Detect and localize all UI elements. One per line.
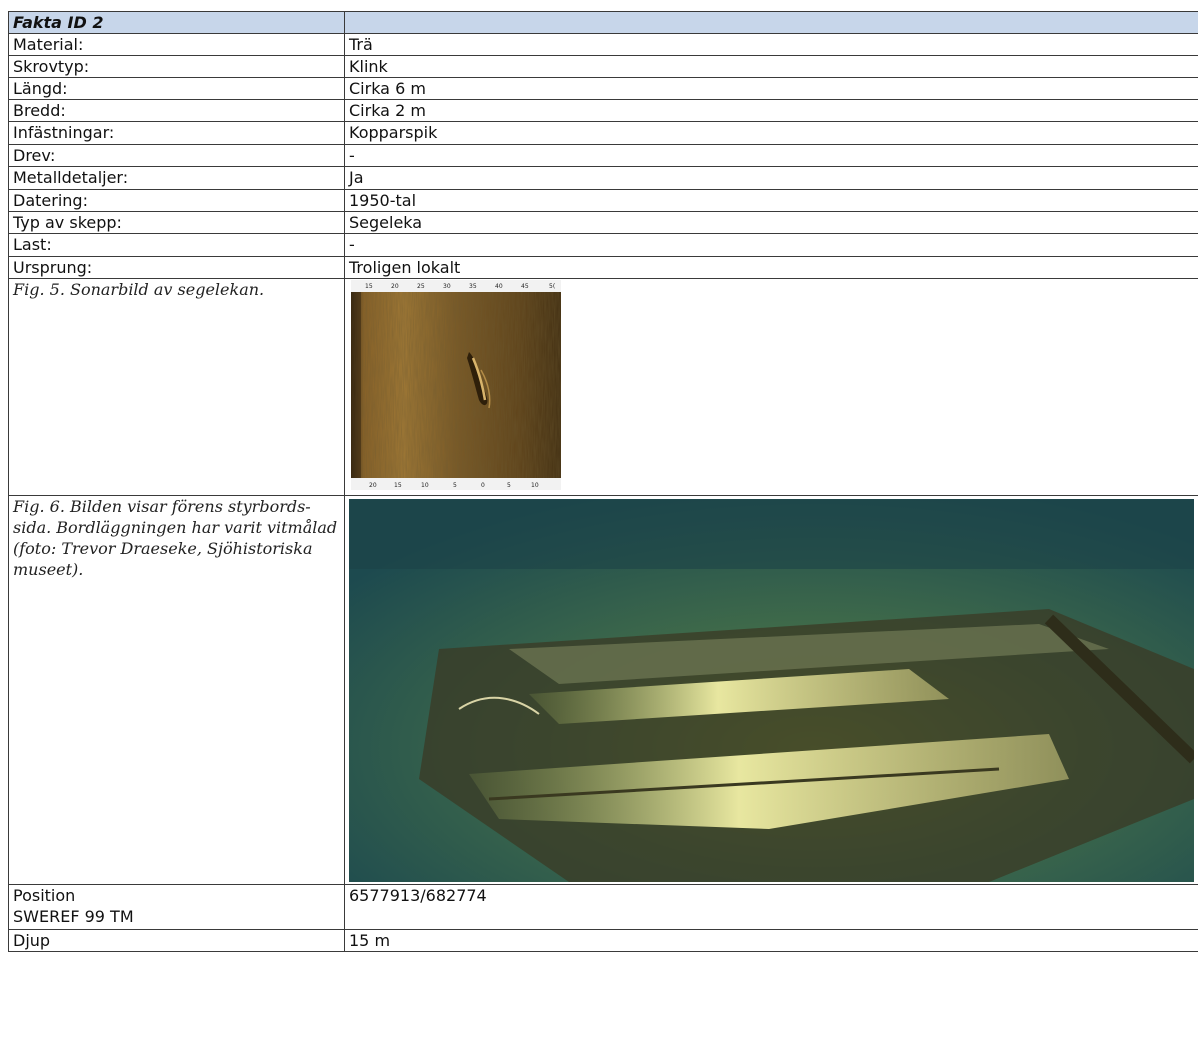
row-value: Klink <box>344 55 1198 78</box>
scale-tick: 10 <box>421 482 429 489</box>
scale-tick: 5 <box>507 482 511 489</box>
depth-value: 15 m <box>344 929 1198 952</box>
row-label: Drev: <box>8 144 345 167</box>
scale-tick: 35 <box>469 283 477 290</box>
row-value: Kopparspik <box>344 121 1198 145</box>
scale-tick: 40 <box>495 283 503 290</box>
fact-table: Fakta ID 2 Material: Trä Skrovtyp: Klink L… <box>8 11 1198 952</box>
figure-row-sonar: Fig. 5. Sonarbild av segelekan. 15 20 25… <box>8 278 1198 496</box>
figure-caption: Fig. 6. Bilden visar förens styrbords-si… <box>8 495 345 885</box>
row-value: Trä <box>344 33 1198 56</box>
figure-row-photo: Fig. 6. Bilden visar förens styrbords-si… <box>8 495 1198 885</box>
row-label: Skrovtyp: <box>8 55 345 78</box>
scale-tick: 30 <box>443 283 451 290</box>
scale-tick: 20 <box>369 482 377 489</box>
underwater-photo <box>349 499 1194 882</box>
position-value: 6577913/682774 <box>344 884 1198 930</box>
row-label: Last: <box>8 233 345 257</box>
scale-tick: 25 <box>417 283 425 290</box>
table-title: Fakta ID 2 <box>8 11 345 34</box>
row-label: Typ av skepp: <box>8 211 345 234</box>
row-value: Troligen lokalt <box>344 256 1198 279</box>
scale-tick: 0 <box>481 482 485 489</box>
row-value: 1950-tal <box>344 189 1198 212</box>
scale-tick: 10 <box>531 482 539 489</box>
row-value: Cirka 2 m <box>344 99 1198 122</box>
sonar-image: 15 20 25 30 35 40 45 5( 20 15 10 5 0 5 1… <box>351 280 561 490</box>
position-row: Position SWEREF 99 TM 6577913/682774 <box>8 884 1198 930</box>
figure-cell <box>344 495 1198 885</box>
scale-tick: 45 <box>521 283 529 290</box>
scale-tick: 5( <box>549 283 555 290</box>
row-value: Ja <box>344 166 1198 190</box>
depth-label: Djup <box>8 929 345 952</box>
row-value: - <box>344 233 1198 257</box>
position-label-line1: Position <box>13 886 76 905</box>
row-label: Längd: <box>8 77 345 100</box>
scale-tick: 20 <box>391 283 399 290</box>
row-label: Bredd: <box>8 99 345 122</box>
figure-cell: 15 20 25 30 35 40 45 5( 20 15 10 5 0 5 1… <box>344 278 1198 496</box>
table-header-row: Fakta ID 2 <box>8 11 1198 34</box>
row-value: - <box>344 144 1198 167</box>
scale-tick: 15 <box>365 283 373 290</box>
row-value: Segeleka <box>344 211 1198 234</box>
row-label: Datering: <box>8 189 345 212</box>
scale-tick: 5 <box>453 482 457 489</box>
row-label: Material: <box>8 33 345 56</box>
position-label-line2: SWEREF 99 TM <box>13 907 134 926</box>
depth-row: Djup 15 m <box>8 929 1198 952</box>
table-header-empty <box>344 11 1198 34</box>
row-label: Infästningar: <box>8 121 345 145</box>
scale-tick: 15 <box>394 482 402 489</box>
row-label: Metalldetaljer: <box>8 166 345 190</box>
figure-caption: Fig. 5. Sonarbild av segelekan. <box>8 278 345 496</box>
row-label: Ursprung: <box>8 256 345 279</box>
row-value: Cirka 6 m <box>344 77 1198 100</box>
position-label: Position SWEREF 99 TM <box>8 884 345 930</box>
